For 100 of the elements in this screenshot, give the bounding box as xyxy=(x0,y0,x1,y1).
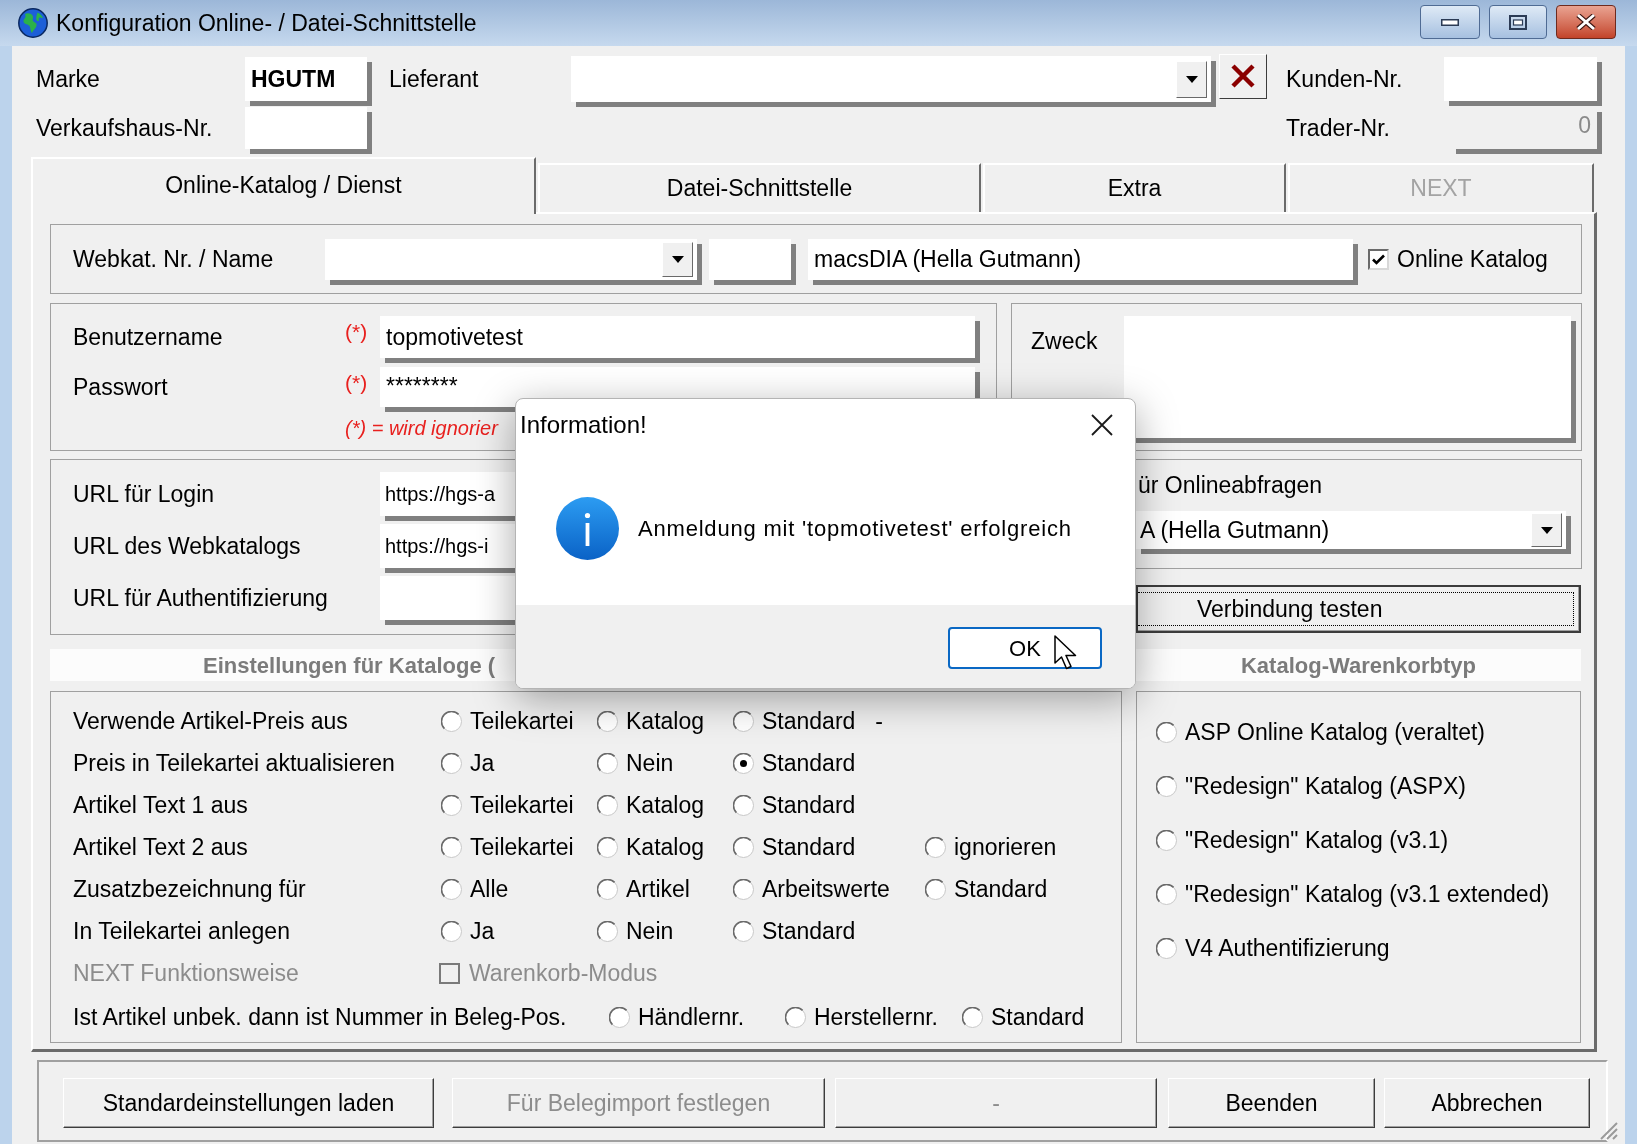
radio-button[interactable] xyxy=(597,794,618,816)
field-label: ür Onlineabfragen xyxy=(1138,471,1323,499)
setting-label: Artikel Text 2 aus xyxy=(73,832,248,862)
setting-label: Verwende Artikel-Preis aus xyxy=(73,706,348,736)
field-label: Zweck xyxy=(1031,327,1098,356)
radio-button[interactable] xyxy=(733,710,754,732)
tab[interactable]: Datei-Schnittstelle xyxy=(538,163,981,212)
radio-label: Teilekartei xyxy=(470,832,574,862)
radio-label: Katalog xyxy=(626,790,704,820)
radio-button[interactable] xyxy=(441,836,462,858)
radio-button[interactable] xyxy=(597,920,618,942)
radio-button[interactable] xyxy=(1156,937,1177,959)
radio-button[interactable] xyxy=(597,710,618,732)
footer-button[interactable]: Abbrechen xyxy=(1384,1078,1590,1128)
window-title: Konfiguration Online- / Datei-Schnittstelle xyxy=(56,8,477,38)
radio-button[interactable] xyxy=(1156,775,1177,797)
radio-button[interactable] xyxy=(733,752,754,774)
radio-button[interactable] xyxy=(441,710,462,732)
globe-icon xyxy=(18,8,48,38)
field-label: URL für Authentifizierung xyxy=(73,583,328,613)
field-label: Marke xyxy=(36,64,100,94)
setting-label: Preis in Teilekartei aktualisieren xyxy=(73,748,395,778)
footer-button[interactable]: Standardeinstellungen laden xyxy=(63,1078,434,1128)
field-label: Benutzername xyxy=(73,322,223,352)
footnote-text: (*) = wird ignorier xyxy=(345,417,498,439)
radio-label: Katalog xyxy=(626,706,704,736)
radio-button[interactable] xyxy=(925,836,946,858)
radio-label: Ja xyxy=(470,748,495,778)
tab[interactable]: Online-Katalog / Dienst xyxy=(31,157,536,214)
section-header: Einstellungen für Kataloge ( xyxy=(50,649,515,681)
dropdown-button[interactable] xyxy=(1176,60,1207,98)
radio-label: Katalog xyxy=(626,832,704,862)
radio-button[interactable] xyxy=(1156,721,1177,743)
minimize-icon xyxy=(1441,18,1459,26)
close-icon xyxy=(1576,14,1596,30)
clear-button[interactable] xyxy=(1219,53,1267,99)
caret-down-icon xyxy=(671,255,684,263)
radio-label: Teilekartei xyxy=(470,790,574,820)
field-label: Passwort xyxy=(73,372,168,402)
maximize-button[interactable] xyxy=(1489,5,1547,39)
radio-label: "Redesign" Katalog (ASPX) xyxy=(1185,771,1466,801)
checkbox-label: Warenkorb-Modus xyxy=(469,958,658,988)
maximize-icon xyxy=(1509,14,1527,30)
test-button[interactable]: Verbindung testen xyxy=(1136,585,1581,633)
setting-label: Zusatzbezeichnung für xyxy=(73,874,306,904)
radio-button[interactable] xyxy=(733,920,754,942)
minimize-button[interactable] xyxy=(1420,5,1480,39)
radio-button[interactable] xyxy=(441,920,462,942)
radio-label: ignorieren xyxy=(954,832,1057,862)
radio-label: "Redesign" Katalog (v3.1) xyxy=(1185,825,1449,855)
radio-label: Teilekartei xyxy=(470,706,574,736)
radio-button[interactable] xyxy=(785,1006,806,1028)
radio-label: Artikel xyxy=(626,874,690,904)
radio-label: Standard xyxy=(762,832,856,862)
footer-button[interactable]: Beenden xyxy=(1168,1078,1375,1128)
radio-button[interactable] xyxy=(925,878,946,900)
dialog-message: Anmeldung mit 'topmotivetest' erfolgreich xyxy=(638,514,1072,543)
setting-label: In Teilekartei anlegen xyxy=(73,916,290,946)
field-label: URL für Login xyxy=(73,479,215,509)
close-button[interactable] xyxy=(1556,5,1616,39)
radio-label: Herstellernr. xyxy=(814,1002,938,1032)
checkbox[interactable] xyxy=(1368,248,1389,270)
radio-button[interactable] xyxy=(1156,883,1177,905)
radio-button[interactable] xyxy=(1156,829,1177,851)
radio-button[interactable] xyxy=(962,1006,983,1028)
radio-button[interactable] xyxy=(597,752,618,774)
close-button[interactable] xyxy=(1090,413,1114,437)
radio-label: Händlernr. xyxy=(638,1002,745,1032)
dropdown-button[interactable] xyxy=(1531,513,1562,547)
field-label: Trader-Nr. xyxy=(1286,113,1390,143)
radio-label: Standard xyxy=(762,790,856,820)
radio-button[interactable] xyxy=(597,878,618,900)
radio-button[interactable] xyxy=(597,836,618,858)
ok-button[interactable]: OK xyxy=(948,627,1102,669)
field-label: Kunden-Nr. xyxy=(1286,64,1403,94)
radio-button[interactable] xyxy=(733,878,754,900)
radio-label: V4 Authentifizierung xyxy=(1185,933,1390,963)
cross-icon xyxy=(1231,64,1255,88)
radio-label: Arbeitswerte xyxy=(762,874,890,904)
radio-label: Standard xyxy=(991,1002,1085,1032)
radio-button[interactable] xyxy=(441,794,462,816)
tab[interactable]: Extra xyxy=(983,163,1286,212)
close-icon xyxy=(1091,414,1113,436)
checkbox-label: Online Katalog xyxy=(1397,244,1548,274)
caret-down-icon xyxy=(1540,526,1553,534)
radio-button[interactable] xyxy=(733,794,754,816)
radio-label: Nein xyxy=(626,748,674,778)
radio-button[interactable] xyxy=(609,1006,630,1028)
field-label: Lieferant xyxy=(389,64,479,94)
radio-label: Standard xyxy=(954,874,1048,904)
radio-button[interactable] xyxy=(441,752,462,774)
caret-down-icon xyxy=(1185,75,1198,83)
field-label: Webkat. Nr. / Name xyxy=(73,244,274,274)
check-icon xyxy=(1372,253,1385,265)
suffix-text: - xyxy=(875,706,884,736)
section-header: Katalog-Warenkorbtyp xyxy=(1136,649,1581,681)
radio-button[interactable] xyxy=(441,878,462,900)
required-mark: (*) xyxy=(345,319,368,345)
dropdown-button[interactable] xyxy=(662,241,693,277)
radio-button[interactable] xyxy=(733,836,754,858)
